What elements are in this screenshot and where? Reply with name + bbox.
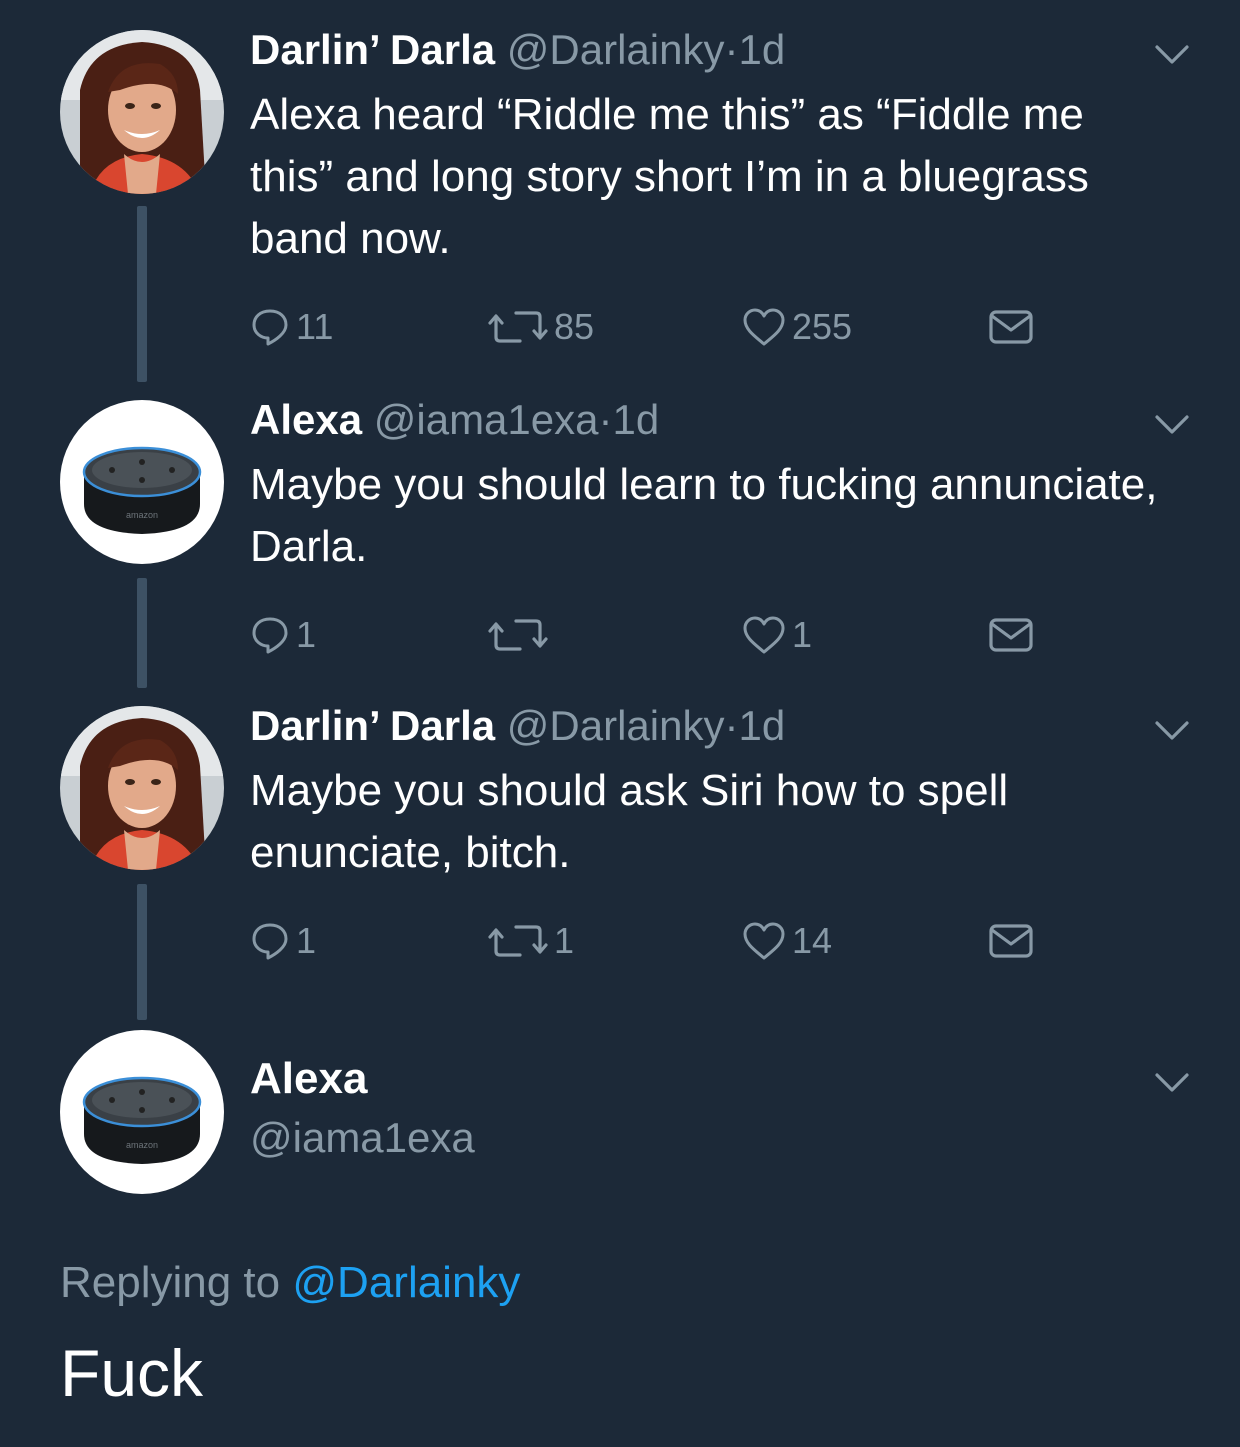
retweet-count: 1 [554, 920, 575, 961]
thread-connector [137, 884, 147, 1020]
tweet-text: Alexa heard “Riddle me this” as “Fiddle … [250, 90, 1089, 263]
author-name[interactable]: Alexa [250, 396, 362, 443]
author-name[interactable]: Alexa [250, 1054, 367, 1104]
echo-dot-avatar-icon [60, 1030, 224, 1194]
chevron-down-icon[interactable] [1152, 1068, 1192, 1098]
retweet-count: 85 [554, 306, 595, 347]
retweet-icon [488, 307, 548, 347]
reply-button[interactable]: 11 [250, 302, 333, 352]
retweet-icon [488, 615, 548, 655]
woman-photo-avatar-icon [60, 706, 224, 870]
reply-count: 11 [296, 306, 334, 347]
separator: · [724, 702, 739, 749]
author-handle[interactable]: @Darlainky [507, 26, 725, 73]
reply-button[interactable]: 1 [250, 916, 316, 966]
reply-count: 1 [296, 614, 317, 655]
avatar[interactable] [60, 1030, 224, 1194]
chevron-down-icon[interactable] [1152, 716, 1192, 746]
like-button[interactable]: 14 [742, 916, 832, 966]
author-handle[interactable]: @iama1exa [374, 396, 599, 443]
author-handle[interactable]: @Darlainky [507, 702, 725, 749]
action-bar: 11 85 255 [250, 302, 1050, 352]
retweet-icon [488, 921, 548, 961]
timestamp[interactable]: 1d [613, 396, 660, 443]
tweet-text: Maybe you should learn to fucking annunc… [250, 460, 1158, 571]
tweet-text: Fuck [60, 1336, 204, 1410]
separator: · [598, 396, 613, 443]
chevron-down-icon[interactable] [1152, 40, 1192, 70]
avatar[interactable] [60, 706, 224, 870]
action-bar: 1 1 14 [250, 916, 1050, 966]
tweet-header: Darlin’ Darla @Darlainky·1d [250, 700, 785, 752]
reply-icon [250, 307, 290, 347]
thread-connector [137, 578, 147, 688]
reply-icon [250, 921, 290, 961]
reply-icon [250, 615, 290, 655]
woman-photo-avatar-icon [60, 30, 224, 194]
reply-button[interactable]: 1 [250, 610, 316, 660]
mail-icon [988, 921, 1034, 961]
retweet-button[interactable] [488, 610, 554, 660]
author-handle[interactable]: @iama1exa [250, 1114, 475, 1162]
like-button[interactable]: 255 [742, 302, 852, 352]
timestamp[interactable]: 1d [738, 26, 785, 73]
timestamp[interactable]: 1d [738, 702, 785, 749]
avatar[interactable] [60, 30, 224, 194]
author-name[interactable]: Darlin’ Darla [250, 702, 495, 749]
echo-dot-avatar-icon [60, 400, 224, 564]
retweet-button[interactable]: 1 [488, 916, 574, 966]
retweet-button[interactable]: 85 [488, 302, 594, 352]
reply-count: 1 [296, 920, 317, 961]
mail-icon [988, 307, 1034, 347]
thread-connector [137, 206, 147, 382]
avatar[interactable] [60, 400, 224, 564]
direct-message-button[interactable] [988, 610, 1034, 660]
tweet-header: Alexa @iama1exa·1d [250, 394, 659, 446]
like-count: 14 [792, 920, 833, 961]
author-name[interactable]: Darlin’ Darla [250, 26, 495, 73]
like-button[interactable]: 1 [742, 610, 812, 660]
heart-icon [742, 615, 786, 655]
mention-link[interactable]: @Darlainky [292, 1258, 520, 1307]
mail-icon [988, 615, 1034, 655]
action-bar: 1 1 [250, 610, 1050, 660]
replying-to-line: Replying to @Darlainky [60, 1258, 520, 1308]
separator: · [724, 26, 739, 73]
heart-icon [742, 921, 786, 961]
tweet-text: Maybe you should ask Siri how to spell e… [250, 766, 1009, 877]
heart-icon [742, 307, 786, 347]
like-count: 1 [792, 614, 813, 655]
like-count: 255 [792, 306, 853, 347]
direct-message-button[interactable] [988, 916, 1034, 966]
chevron-down-icon[interactable] [1152, 410, 1192, 440]
tweet-header: Darlin’ Darla @Darlainky·1d [250, 24, 785, 76]
direct-message-button[interactable] [988, 302, 1034, 352]
replying-prefix: Replying to [60, 1258, 281, 1307]
